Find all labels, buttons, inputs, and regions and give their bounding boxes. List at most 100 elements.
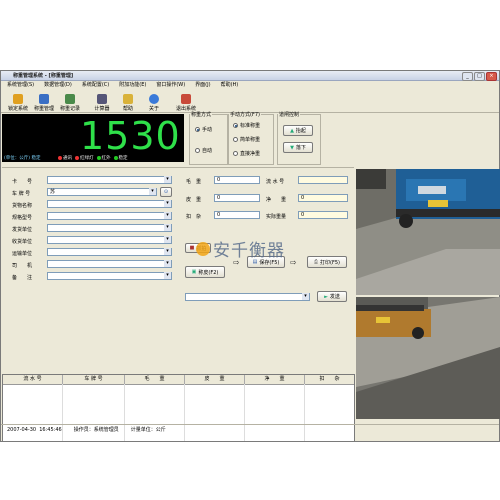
label-actual: 实际重量 — [266, 214, 287, 220]
driver-input[interactable] — [47, 260, 172, 268]
radio-auto[interactable]: 自动 — [195, 147, 212, 154]
weigh-mode-group: 称重方式 — [189, 111, 228, 165]
status-dot-icon — [75, 155, 79, 160]
radio-direct-net[interactable]: 直接净重 — [233, 150, 260, 157]
exit-icon — [181, 94, 191, 104]
about-icon — [149, 94, 159, 104]
menu-data[interactable]: 数据管理(D) — [44, 81, 72, 89]
transporter-input[interactable] — [47, 248, 172, 256]
weigh-icon — [39, 94, 49, 104]
card-no-input[interactable] — [47, 176, 172, 184]
scale-icon: ▣ — [191, 269, 197, 275]
status-comm: 通讯 — [58, 155, 72, 161]
radio-checked-icon — [195, 127, 200, 132]
menu-config[interactable]: 系统配置(C) — [82, 81, 109, 89]
status-infrared: 红外 — [96, 155, 111, 161]
tare-weight-input[interactable]: 0 — [214, 194, 260, 202]
arrow-up-icon: ▲ — [290, 127, 294, 134]
radio-unchecked-icon — [233, 151, 238, 156]
menu-window[interactable]: 窗口操作(W) — [156, 81, 185, 89]
menu-system[interactable]: 系统管理(S) — [7, 81, 34, 89]
label-spec: 规格型号 — [12, 215, 33, 221]
radio-manual[interactable]: 手动 — [195, 126, 212, 133]
print-button[interactable]: ⎙ 打印(F5) — [307, 256, 347, 268]
send-icon: ► — [324, 293, 328, 300]
receiver-input[interactable] — [47, 236, 172, 244]
label-tare: 皮 重 — [186, 197, 202, 203]
col-tare[interactable]: 皮 重 — [185, 375, 245, 384]
status-bar: 2007-04-30 16:45:46 操作员：系统管理员 计量单位：公斤 — [1, 424, 499, 434]
label-gross: 毛 重 — [186, 179, 202, 185]
plate-camera-button[interactable]: ⊙ — [160, 187, 172, 197]
serial-no-field — [298, 176, 348, 184]
spec-input[interactable] — [47, 212, 172, 220]
status-dot-icon — [58, 155, 62, 160]
status-indicators: 通讯 红绿灯 红外 稳定 — [58, 155, 128, 161]
weight-value: 1530 — [80, 114, 181, 158]
sender-input[interactable] — [47, 224, 172, 232]
toolbar-records-button[interactable]: 称重记录 — [57, 91, 83, 112]
remark-input[interactable] — [47, 272, 172, 280]
toolbar-help-button[interactable]: 帮助 — [115, 91, 141, 112]
menu-help[interactable]: 帮助(H) — [221, 81, 239, 89]
col-gross[interactable]: 毛 重 — [125, 375, 185, 384]
menu-interface[interactable]: 界面(J) — [195, 81, 210, 89]
radio-unchecked-icon — [195, 148, 200, 153]
status-dot-icon — [113, 155, 118, 160]
toolbar-weigh-button[interactable]: 称重管理 — [31, 91, 57, 112]
gate-raise-button[interactable]: ▲ 抬起 — [283, 125, 313, 136]
send-button[interactable]: ► 发送 — [317, 291, 347, 302]
plate-no-input[interactable]: 苏 — [47, 188, 157, 196]
col-deduction[interactable]: 扣 杂 — [305, 375, 354, 384]
label-card-no: 卡 号 — [12, 179, 33, 185]
toolbar-exit-button[interactable]: 退出系统 — [173, 91, 199, 112]
radio-standard-weigh[interactable]: 标准称重 — [233, 122, 260, 129]
status-dot-icon — [96, 155, 101, 160]
radio-unchecked-icon — [233, 137, 238, 142]
send-target-select[interactable] — [185, 293, 310, 301]
truck-camera-image — [356, 297, 500, 419]
truck-camera-image — [356, 169, 500, 295]
lock-icon — [13, 94, 23, 104]
tare-button[interactable]: ▣ 称皮(F2) — [185, 266, 225, 278]
label-receiver: 收货单位 — [12, 239, 33, 245]
gate-lower-button[interactable]: ▼ 落下 — [283, 142, 313, 153]
window-title: 称重管理系统 - [称重管理] — [13, 73, 74, 79]
menu-extra[interactable]: 附加功能(E) — [119, 81, 146, 89]
close-button[interactable]: × — [486, 72, 497, 81]
camera-view-2 — [356, 297, 500, 419]
toolbar-calculator-button[interactable]: 计算器 — [89, 91, 115, 112]
net-weight-field: 0 — [298, 194, 348, 202]
label-net: 净 重 — [266, 197, 287, 203]
label-deduction: 扣 杂 — [186, 214, 202, 220]
goods-name-input[interactable] — [47, 200, 172, 208]
maximize-button[interactable]: □ — [474, 72, 485, 81]
help-icon — [123, 94, 133, 104]
title-bar: 称重管理系统 - [称重管理] _ □ × — [1, 71, 499, 81]
actual-weight-field: 0 — [298, 211, 348, 219]
label-goods-name: 货物名称 — [12, 203, 33, 209]
gross-weight-input[interactable]: 0 — [214, 176, 260, 184]
label-driver: 司 机 — [12, 263, 33, 269]
status-traffic-light: 红绿灯 — [75, 155, 94, 161]
col-net[interactable]: 净 重 — [245, 375, 305, 384]
camera-icon: ■ — [189, 245, 195, 251]
toolbar-about-button[interactable]: 关于 — [141, 91, 167, 112]
radio-simple-weigh[interactable]: 简单称重 — [233, 136, 260, 143]
status-date: 2007-04-30 16:45:46 — [7, 426, 62, 433]
calculator-icon — [97, 94, 107, 104]
deduction-input[interactable]: 0 — [214, 211, 260, 219]
weight-unit: (单位：公斤) 稳定 — [4, 156, 41, 161]
col-plate[interactable]: 车 牌 号 — [63, 375, 125, 384]
label-serial: 流 水 号 — [266, 179, 285, 185]
status-unit: 计量单位：公斤 — [130, 427, 166, 433]
label-remark: 备 注 — [12, 275, 33, 281]
label-transporter: 运输单位 — [12, 251, 33, 257]
watermark-logo-icon — [196, 241, 210, 256]
minimize-button[interactable]: _ — [462, 72, 473, 81]
arrow-right-icon: ⇨ — [290, 258, 297, 267]
toolbar-lock-button[interactable]: 锁定系统 — [5, 91, 31, 112]
col-serial[interactable]: 流 水 号 — [3, 375, 63, 384]
status-stable: 稳定 — [113, 155, 128, 161]
status-operator: 操作员：系统管理员 — [73, 427, 119, 433]
